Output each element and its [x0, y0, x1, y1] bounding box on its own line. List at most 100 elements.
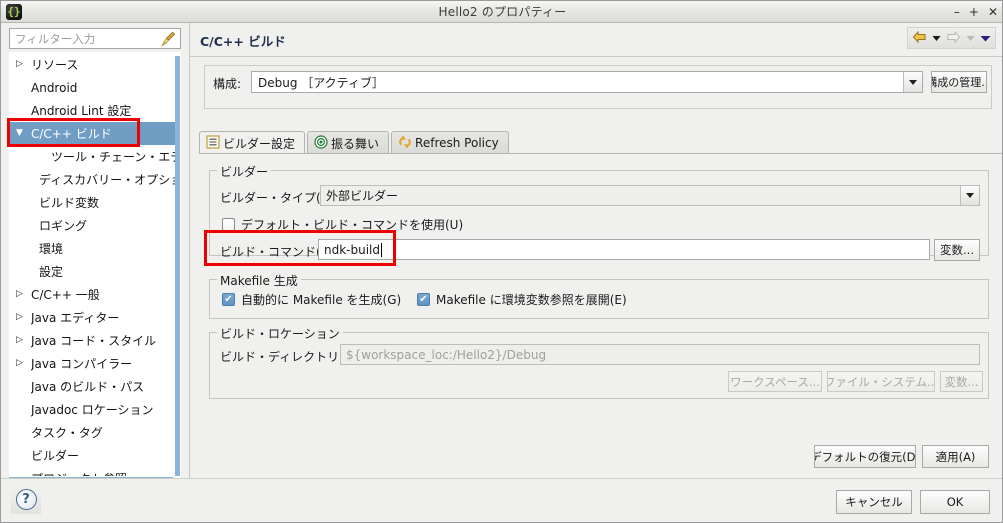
back-menu-chevron-down-icon[interactable]: [932, 31, 941, 45]
sidebar-item-label: Javadoc ロケーション: [31, 403, 154, 417]
tab-refresh-policy[interactable]: Refresh Policy: [391, 131, 509, 154]
sidebar-item-label: 設定: [39, 265, 64, 279]
tab-label: Refresh Policy: [415, 136, 499, 150]
header-divider: [190, 56, 1002, 57]
filesystem-button[interactable]: ファイル・システム...: [827, 371, 935, 392]
dialog-footer: ? キャンセル OK: [1, 478, 1002, 522]
sidebar-item-label: C/C++ ビルド: [31, 127, 112, 141]
sidebar-item[interactable]: ▷ Java コード・スタイル: [10, 329, 180, 352]
scrollbar-thumb[interactable]: [175, 56, 180, 476]
expand-env-refs-label: Makefile に環境変数参照を展開(E): [436, 293, 627, 307]
sidebar-item-label: プロジェクト参照: [31, 470, 127, 476]
ok-button[interactable]: OK: [920, 490, 990, 514]
build-command-input[interactable]: ndk-build: [318, 239, 930, 260]
sidebar-item[interactable]: プロジェクト参照: [10, 467, 180, 476]
sidebar-item-label: Android Lint 設定: [31, 104, 132, 118]
sidebar-item[interactable]: タスク・タグ: [10, 421, 180, 444]
sidebar-item-label: Java エディター: [31, 311, 120, 325]
sidebar-item[interactable]: ツール・チェーン・エディター: [10, 145, 180, 168]
build-directory-value: ${workspace_loc:/Hello2}/Debug: [346, 347, 547, 362]
list-icon: [206, 134, 220, 152]
sidebar-item-label: Java のビルド・パス: [31, 380, 145, 394]
maximize-icon[interactable]: +: [969, 6, 979, 18]
tab-behavior[interactable]: 振る舞い: [307, 131, 390, 154]
sidebar-item[interactable]: ▷ Java コンパイラー: [10, 352, 180, 375]
window-title: Hello2 のプロパティー: [438, 5, 567, 19]
cancel-button[interactable]: キャンセル: [836, 490, 912, 514]
sidebar-item-label: タスク・タグ: [31, 426, 103, 440]
sidebar-item[interactable]: 環境: [10, 237, 180, 260]
tab-label: ビルダー設定: [223, 136, 296, 151]
sidebar-item[interactable]: ▷ Java エディター: [10, 306, 180, 329]
properties-dialog: {} Hello2 のプロパティー – + ✕ フィルター入力 ▷ リソース And…: [0, 0, 1003, 523]
sidebar-item-label: ロギング: [39, 219, 88, 233]
chevron-down-icon[interactable]: ▼: [16, 129, 31, 138]
builder-type-select[interactable]: 外部ビルダー: [320, 185, 980, 206]
chevron-down-icon[interactable]: [903, 72, 922, 92]
sidebar-item[interactable]: Java のビルド・パス: [10, 375, 180, 398]
sidebar-item[interactable]: Javadoc ロケーション: [10, 398, 180, 421]
restore-defaults-button[interactable]: デフォルトの復元(D): [814, 445, 916, 468]
sidebar-item[interactable]: ビルダー: [10, 444, 180, 467]
navigation-buttons: [907, 27, 996, 49]
chevron-right-icon[interactable]: ▷: [16, 60, 31, 69]
build-command-variables-button[interactable]: 変数...: [934, 239, 980, 261]
sidebar-item[interactable]: ビルド変数: [10, 191, 180, 214]
tab-builder-settings[interactable]: ビルダー設定: [199, 131, 306, 154]
sidebar-item[interactable]: ディスカバリー・オプション: [10, 168, 180, 191]
filter-input[interactable]: フィルター入力: [9, 28, 181, 49]
manage-configurations-button[interactable]: 構成の管理...: [931, 71, 987, 93]
sidebar-item-label: ツール・チェーン・エディター: [51, 150, 180, 164]
minimize-icon[interactable]: –: [954, 6, 960, 18]
chevron-right-icon[interactable]: ▷: [16, 290, 31, 299]
workspace-button[interactable]: ワークスペース...: [728, 371, 822, 392]
sidebar-item-label: ビルダー: [31, 449, 80, 463]
sidebar-item[interactable]: Android: [10, 76, 180, 99]
sidebar-item-label: リソース: [31, 58, 79, 72]
chevron-right-icon[interactable]: ▷: [16, 336, 31, 345]
text-caret: [381, 242, 383, 257]
builder-type-value: 外部ビルダー: [326, 189, 399, 203]
auto-generate-makefile-row[interactable]: 自動的に Makefile を生成(G): [222, 291, 401, 308]
back-arrow-icon[interactable]: [912, 30, 927, 47]
makefile-generation-group: Makefile 生成 自動的に Makefile を生成(G) Makefil…: [209, 272, 989, 319]
page-title: C/C++ ビルド: [200, 34, 286, 49]
sidebar-item[interactable]: ▷ C/C++ 一般: [10, 283, 180, 306]
sidebar-item-label: 環境: [39, 242, 64, 256]
chevron-right-icon[interactable]: ▷: [16, 359, 31, 368]
forward-menu-chevron-down-icon: [966, 31, 975, 45]
sidebar-item-label: Android: [31, 80, 78, 95]
broom-icon[interactable]: [158, 30, 178, 48]
sidebar-item[interactable]: 設定: [10, 260, 180, 283]
sidebar-item[interactable]: ▼ C/C++ ビルド: [10, 122, 176, 145]
configuration-value: Debug ［アクティブ］: [258, 75, 384, 90]
use-default-build-command-checkbox[interactable]: [222, 218, 235, 231]
refresh-icon: [398, 135, 412, 152]
help-button[interactable]: ?: [11, 484, 41, 514]
tab-underline: [199, 153, 1002, 154]
build-directory-input[interactable]: ${workspace_loc:/Hello2}/Debug: [340, 344, 980, 365]
apply-button[interactable]: 適用(A): [922, 445, 989, 468]
expand-env-refs-row[interactable]: Makefile に環境変数参照を展開(E): [417, 291, 627, 308]
sidebar-item[interactable]: ロギング: [10, 214, 180, 237]
help-icon: ?: [15, 488, 37, 510]
chevron-down-icon[interactable]: [960, 186, 979, 205]
view-menu-chevron-down-icon[interactable]: [980, 31, 991, 45]
window-controls: – + ✕: [954, 6, 998, 18]
sidebar-item[interactable]: ▷ リソース: [10, 53, 180, 76]
build-directory-variables-button[interactable]: 変数...: [940, 371, 983, 392]
chevron-right-icon[interactable]: ▷: [16, 313, 31, 322]
sidebar-item[interactable]: Android Lint 設定: [10, 99, 180, 122]
tree-vertical-scrollbar[interactable]: [175, 56, 180, 476]
build-location-group: ビルド・ロケーション ビルド・ディレクトリー(D): ${workspace_l…: [209, 325, 989, 399]
filter-placeholder: フィルター入力: [15, 31, 96, 46]
build-location-group-title: ビルド・ロケーション: [217, 325, 343, 342]
use-default-build-command-row[interactable]: デフォルト・ビルド・コマンドを使用(U): [222, 216, 463, 233]
close-icon[interactable]: ✕: [988, 6, 998, 18]
auto-generate-makefile-checkbox[interactable]: [222, 293, 235, 306]
settings-tree[interactable]: ▷ リソース Android Android Lint 設定 ▼ C/C++ ビルド ツール…: [9, 52, 181, 477]
configuration-select[interactable]: Debug ［アクティブ］: [251, 71, 923, 93]
configuration-box: 構成: Debug ［アクティブ］ 構成の管理...: [204, 65, 992, 109]
expand-env-refs-checkbox[interactable]: [417, 293, 430, 306]
auto-generate-makefile-label: 自動的に Makefile を生成(G): [241, 293, 402, 307]
